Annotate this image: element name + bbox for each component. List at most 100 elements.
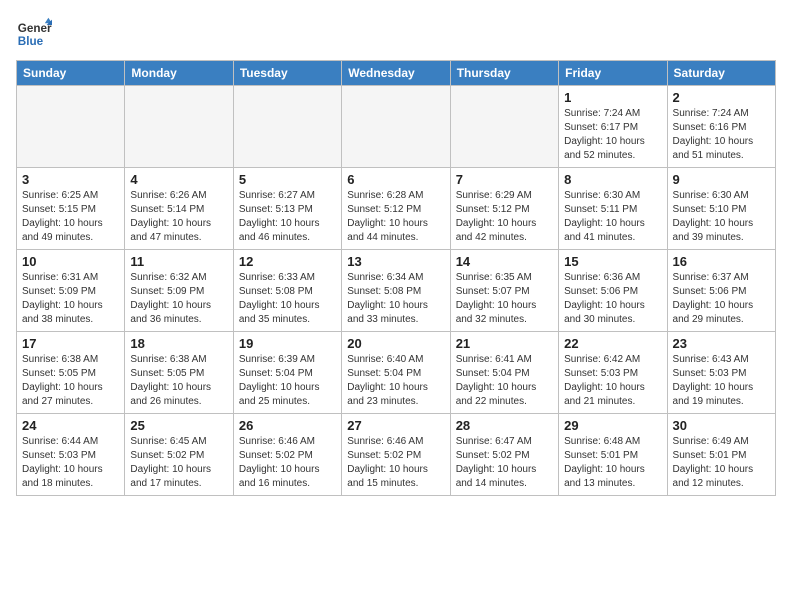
day-number: 15 [564,254,661,269]
day-number: 22 [564,336,661,351]
day-number: 21 [456,336,553,351]
calendar-cell: 18 Sunrise: 6:38 AMSunset: 5:05 PMDayligh… [125,332,233,414]
day-number: 20 [347,336,444,351]
day-info: Sunrise: 6:38 AMSunset: 5:05 PMDaylight:… [22,353,119,409]
weekday-header-tuesday: Tuesday [233,61,341,86]
day-info: Sunrise: 6:49 AMSunset: 5:01 PMDaylight:… [673,435,770,491]
day-number: 10 [22,254,119,269]
day-number: 4 [130,172,227,187]
calendar-cell: 27 Sunrise: 6:46 AMSunset: 5:02 PMDayligh… [342,414,450,496]
day-number: 9 [673,172,770,187]
day-info: Sunrise: 6:32 AMSunset: 5:09 PMDaylight:… [130,271,227,327]
day-info: Sunrise: 6:43 AMSunset: 5:03 PMDaylight:… [673,353,770,409]
weekday-header-sunday: Sunday [17,61,125,86]
day-info: Sunrise: 6:26 AMSunset: 5:14 PMDaylight:… [130,189,227,245]
day-number: 14 [456,254,553,269]
calendar-cell: 1 Sunrise: 7:24 AMSunset: 6:17 PMDaylight… [559,86,667,168]
day-number: 26 [239,418,336,433]
day-info: Sunrise: 6:36 AMSunset: 5:06 PMDaylight:… [564,271,661,327]
day-number: 27 [347,418,444,433]
calendar-cell: 2 Sunrise: 7:24 AMSunset: 6:16 PMDaylight… [667,86,775,168]
calendar-cell: 25 Sunrise: 6:45 AMSunset: 5:02 PMDayligh… [125,414,233,496]
day-info: Sunrise: 6:42 AMSunset: 5:03 PMDaylight:… [564,353,661,409]
day-info: Sunrise: 6:47 AMSunset: 5:02 PMDaylight:… [456,435,553,491]
calendar-cell: 29Sunrise: 6:48 AMSunset: 5:01 PMDayligh… [559,414,667,496]
calendar-cell: 21 Sunrise: 6:41 AMSunset: 5:04 PMDayligh… [450,332,558,414]
calendar-cell: 10 Sunrise: 6:31 AMSunset: 5:09 PMDayligh… [17,250,125,332]
day-info: Sunrise: 7:24 AMSunset: 6:16 PMDaylight:… [673,107,770,163]
day-number: 23 [673,336,770,351]
day-info: Sunrise: 6:25 AMSunset: 5:15 PMDaylight:… [22,189,119,245]
calendar-cell: 30 Sunrise: 6:49 AMSunset: 5:01 PMDayligh… [667,414,775,496]
calendar-cell: 14 Sunrise: 6:35 AMSunset: 5:07 PMDayligh… [450,250,558,332]
logo: General Blue [16,16,52,52]
day-number: 12 [239,254,336,269]
calendar-table: SundayMondayTuesdayWednesdayThursdayFrid… [16,60,776,496]
weekday-header-friday: Friday [559,61,667,86]
day-info: Sunrise: 7:24 AMSunset: 6:17 PMDaylight:… [564,107,661,163]
day-number: 5 [239,172,336,187]
calendar-cell: 26 Sunrise: 6:46 AMSunset: 5:02 PMDayligh… [233,414,341,496]
calendar-cell: 11 Sunrise: 6:32 AMSunset: 5:09 PMDayligh… [125,250,233,332]
calendar-cell: 23 Sunrise: 6:43 AMSunset: 5:03 PMDayligh… [667,332,775,414]
day-info: Sunrise: 6:45 AMSunset: 5:02 PMDaylight:… [130,435,227,491]
weekday-header-saturday: Saturday [667,61,775,86]
day-number: 24 [22,418,119,433]
day-number: 11 [130,254,227,269]
page-header: General Blue [16,16,776,52]
day-number: 30 [673,418,770,433]
day-number: 16 [673,254,770,269]
day-number: 1 [564,90,661,105]
calendar-cell [342,86,450,168]
calendar-cell: 20 Sunrise: 6:40 AMSunset: 5:04 PMDayligh… [342,332,450,414]
day-info: Sunrise: 6:29 AMSunset: 5:12 PMDaylight:… [456,189,553,245]
day-info: Sunrise: 6:46 AMSunset: 5:02 PMDaylight:… [239,435,336,491]
day-info: Sunrise: 6:38 AMSunset: 5:05 PMDaylight:… [130,353,227,409]
calendar-cell: 8Sunrise: 6:30 AMSunset: 5:11 PMDaylight… [559,168,667,250]
calendar-cell [450,86,558,168]
day-number: 17 [22,336,119,351]
weekday-header-monday: Monday [125,61,233,86]
calendar-cell: 6 Sunrise: 6:28 AMSunset: 5:12 PMDaylight… [342,168,450,250]
day-info: Sunrise: 6:39 AMSunset: 5:04 PMDaylight:… [239,353,336,409]
day-number: 3 [22,172,119,187]
day-number: 19 [239,336,336,351]
calendar-cell: 4 Sunrise: 6:26 AMSunset: 5:14 PMDaylight… [125,168,233,250]
weekday-header-thursday: Thursday [450,61,558,86]
calendar-cell [125,86,233,168]
day-info: Sunrise: 6:34 AMSunset: 5:08 PMDaylight:… [347,271,444,327]
day-number: 7 [456,172,553,187]
day-info: Sunrise: 6:44 AMSunset: 5:03 PMDaylight:… [22,435,119,491]
day-info: Sunrise: 6:41 AMSunset: 5:04 PMDaylight:… [456,353,553,409]
day-info: Sunrise: 6:31 AMSunset: 5:09 PMDaylight:… [22,271,119,327]
calendar-cell: 5 Sunrise: 6:27 AMSunset: 5:13 PMDaylight… [233,168,341,250]
day-info: Sunrise: 6:27 AMSunset: 5:13 PMDaylight:… [239,189,336,245]
day-info: Sunrise: 6:28 AMSunset: 5:12 PMDaylight:… [347,189,444,245]
calendar-cell: 7 Sunrise: 6:29 AMSunset: 5:12 PMDaylight… [450,168,558,250]
day-number: 6 [347,172,444,187]
calendar-cell [17,86,125,168]
calendar-cell [233,86,341,168]
day-number: 18 [130,336,227,351]
calendar-cell: 22 Sunrise: 6:42 AMSunset: 5:03 PMDayligh… [559,332,667,414]
day-info: Sunrise: 6:33 AMSunset: 5:08 PMDaylight:… [239,271,336,327]
day-info: Sunrise: 6:40 AMSunset: 5:04 PMDaylight:… [347,353,444,409]
calendar-cell: 16Sunrise: 6:37 AMSunset: 5:06 PMDayligh… [667,250,775,332]
calendar-cell: 12 Sunrise: 6:33 AMSunset: 5:08 PMDayligh… [233,250,341,332]
day-info: Sunrise: 6:48 AMSunset: 5:01 PMDaylight:… [564,435,661,491]
day-info: Sunrise: 6:35 AMSunset: 5:07 PMDaylight:… [456,271,553,327]
calendar-cell: 9Sunrise: 6:30 AMSunset: 5:10 PMDaylight… [667,168,775,250]
logo-icon: General Blue [16,16,52,52]
day-info: Sunrise: 6:46 AMSunset: 5:02 PMDaylight:… [347,435,444,491]
day-number: 2 [673,90,770,105]
calendar-cell: 13 Sunrise: 6:34 AMSunset: 5:08 PMDayligh… [342,250,450,332]
calendar-cell: 15 Sunrise: 6:36 AMSunset: 5:06 PMDayligh… [559,250,667,332]
weekday-header-wednesday: Wednesday [342,61,450,86]
day-number: 13 [347,254,444,269]
calendar-cell: 19 Sunrise: 6:39 AMSunset: 5:04 PMDayligh… [233,332,341,414]
calendar-cell: 17 Sunrise: 6:38 AMSunset: 5:05 PMDayligh… [17,332,125,414]
day-number: 25 [130,418,227,433]
day-info: Sunrise: 6:30 AMSunset: 5:11 PMDaylight:… [564,189,661,245]
svg-text:Blue: Blue [18,35,44,48]
calendar-cell: 24 Sunrise: 6:44 AMSunset: 5:03 PMDayligh… [17,414,125,496]
